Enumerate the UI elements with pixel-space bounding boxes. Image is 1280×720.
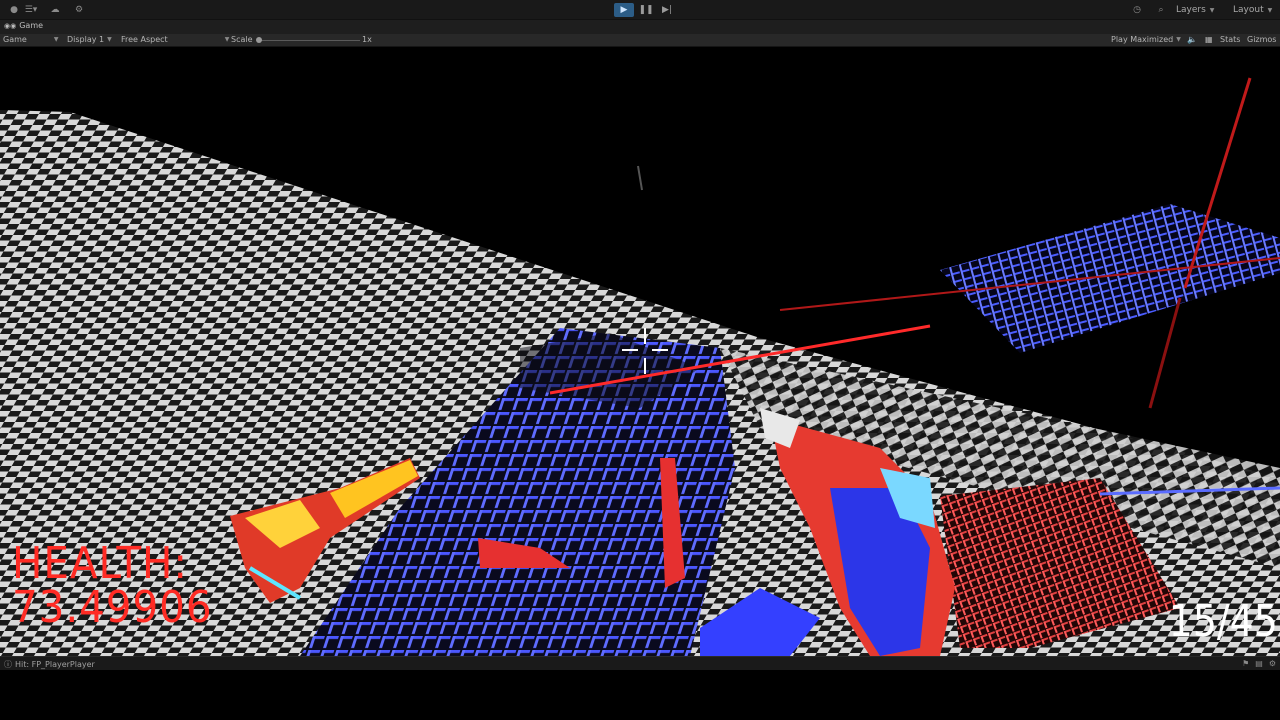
play-mode-dropdown[interactable]: Play Maximized ▼ bbox=[1111, 35, 1181, 44]
tab-game-label: Game bbox=[19, 21, 44, 30]
health-value: 73.49906 bbox=[12, 582, 213, 633]
pause-button[interactable]: ❚❚ bbox=[636, 3, 656, 17]
chevron-down-icon: ▼ bbox=[1209, 6, 1215, 14]
main-toolbar: ● ☰▾ ☁ ⚙ ▶ ❚❚ ▶| ◷ ⌕ Layers ▼ Layout ▼ bbox=[0, 0, 1280, 20]
tab-bar: ◉◉ Game bbox=[0, 20, 1280, 34]
layers-menu-icon[interactable]: ☰▾ bbox=[22, 3, 40, 17]
scale-value: 1x bbox=[362, 35, 372, 44]
step-button[interactable]: ▶| bbox=[657, 3, 677, 17]
cloud-icon[interactable]: ☁ bbox=[48, 3, 62, 17]
play-button[interactable]: ▶ bbox=[614, 3, 634, 17]
game-viewport[interactable]: HEALTH: 73.49906 15/45 bbox=[0, 48, 1280, 656]
mode-label: Game bbox=[3, 35, 27, 44]
status-message: Hit: FP_PlayerPlayer bbox=[15, 660, 95, 669]
account-icon[interactable]: ● bbox=[8, 3, 20, 17]
console-status[interactable]: ⓘ Hit: FP_PlayerPlayer bbox=[4, 659, 95, 670]
scale-label: Scale bbox=[231, 35, 253, 44]
mode-dropdown[interactable]: Game ▼ bbox=[3, 35, 58, 44]
grid-icon[interactable]: ▦ bbox=[1205, 35, 1213, 44]
scale-slider-track[interactable] bbox=[258, 40, 360, 41]
play-mode-label: Play Maximized bbox=[1111, 35, 1174, 44]
debug-icon[interactable]: ⚙ bbox=[1269, 659, 1276, 668]
distant-post bbox=[637, 165, 643, 191]
status-icons: ⚑ ▤ ⚙ bbox=[1242, 659, 1276, 668]
game-view-toolbar: Game ▼ Display 1 ▼ Free Aspect ▼ Scale 1… bbox=[0, 34, 1280, 47]
ammo-counter: 15/45 bbox=[1168, 596, 1278, 647]
chevron-down-icon: ▼ bbox=[224, 36, 230, 43]
health-display: HEALTH: 73.49906 bbox=[12, 542, 213, 630]
aspect-dropdown[interactable]: Free Aspect ▼ bbox=[121, 35, 229, 44]
status-bar: ⓘ Hit: FP_PlayerPlayer ⚑ ▤ ⚙ bbox=[0, 656, 1280, 670]
pause-icon: ❚❚ bbox=[638, 5, 654, 15]
chevron-down-icon: ▼ bbox=[1176, 36, 1181, 43]
notification-icon[interactable]: ⚑ bbox=[1242, 659, 1249, 668]
play-icon: ▶ bbox=[620, 5, 628, 15]
game-controller-icon: ◉◉ bbox=[4, 21, 17, 30]
chevron-down-icon: ▼ bbox=[107, 36, 112, 43]
search-icon[interactable]: ⌕ bbox=[1154, 3, 1168, 17]
stats-button[interactable]: Stats bbox=[1220, 35, 1240, 44]
step-icon: ▶| bbox=[662, 5, 672, 15]
unity-editor-window: ● ☰▾ ☁ ⚙ ▶ ❚❚ ▶| ◷ ⌕ Layers ▼ Layout ▼ ◉… bbox=[0, 0, 1280, 720]
audio-icon[interactable]: 🔈 bbox=[1187, 35, 1197, 44]
chevron-down-icon: ▼ bbox=[53, 36, 59, 43]
network-icon[interactable]: ▤ bbox=[1255, 659, 1263, 668]
settings-icon[interactable]: ⚙ bbox=[72, 3, 86, 17]
floating-blue-panel bbox=[940, 204, 1280, 353]
aspect-label: Free Aspect bbox=[121, 35, 168, 44]
scale-slider-handle[interactable] bbox=[256, 37, 262, 43]
layers-dropdown[interactable]: Layers ▼ bbox=[1176, 3, 1214, 17]
window-padding bbox=[0, 670, 1280, 720]
layout-dropdown[interactable]: Layout ▼ bbox=[1233, 3, 1272, 17]
red-pole bbox=[1148, 297, 1182, 409]
layout-label: Layout bbox=[1233, 5, 1264, 15]
health-label: HEALTH: bbox=[12, 538, 188, 589]
tab-game[interactable]: ◉◉ Game bbox=[4, 21, 43, 30]
display-label: Display 1 bbox=[67, 35, 105, 44]
info-icon: ⓘ bbox=[4, 660, 12, 669]
chevron-down-icon: ▼ bbox=[1267, 6, 1273, 14]
layers-label: Layers bbox=[1176, 5, 1206, 15]
gizmos-button[interactable]: Gizmos bbox=[1247, 35, 1276, 44]
history-icon[interactable]: ◷ bbox=[1130, 3, 1144, 17]
display-dropdown[interactable]: Display 1 ▼ bbox=[67, 35, 112, 44]
